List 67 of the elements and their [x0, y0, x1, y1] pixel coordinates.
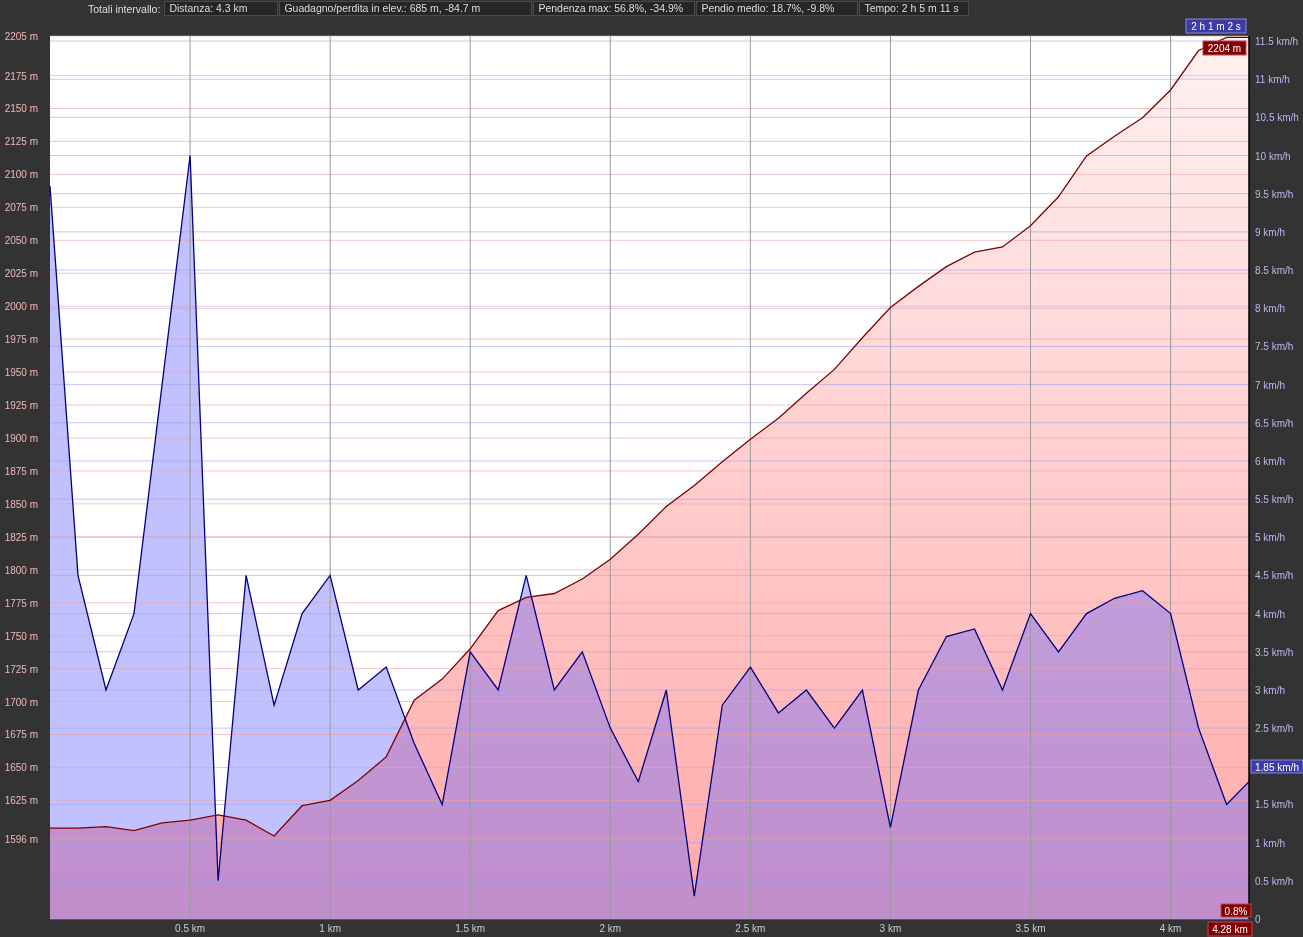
axis-label: 4.5 km/h [1255, 570, 1294, 582]
axis-label: 7 km/h [1255, 379, 1285, 391]
axis-label: 1625 m [4, 795, 38, 807]
axis-label: 1800 m [4, 564, 38, 576]
elevation-badge: 2204 m [1202, 40, 1247, 56]
axis-label: 2050 m [4, 235, 38, 247]
summary-field: Guadagno/perdita in elev.: 685 m, -84.7 m [279, 1, 533, 16]
axis-label: 3 km/h [1255, 684, 1285, 696]
axis-label: 3.5 km/h [1255, 646, 1294, 658]
axis-label: 7.5 km/h [1255, 341, 1294, 353]
summary-field: Tempo: 2 h 5 m 11 s [859, 1, 970, 16]
axis-label: 0.5 km [175, 923, 206, 934]
axis-label: 11 km/h [1255, 74, 1290, 86]
axis-label: 1596 m [4, 833, 38, 845]
axis-label: 1850 m [4, 498, 38, 510]
axis-label: 2075 m [4, 202, 38, 214]
axis-label: 2175 m [4, 70, 38, 82]
axis-label: 1775 m [4, 597, 38, 609]
axis-label: 1725 m [4, 663, 38, 675]
axis-label: 3.5 km [1015, 923, 1046, 934]
axis-label: 0.5 km/h [1255, 875, 1294, 887]
axis-label: 6 km/h [1255, 455, 1285, 467]
axis-label: 2205 m [4, 31, 38, 42]
axis-label: 10.5 km/h [1255, 112, 1299, 124]
axis-label: 4 km [1159, 923, 1182, 934]
axis-label: 2 km [599, 923, 622, 934]
axis-label: 1975 m [4, 334, 38, 346]
axis-label: 1.5 km/h [1255, 799, 1294, 811]
axis-label: 8 km/h [1255, 303, 1285, 315]
axis-label: 1925 m [4, 400, 38, 411]
axis-label: 1650 m [4, 762, 38, 774]
axis-label: 2.5 km/h [1255, 723, 1294, 735]
axis-label: 1875 m [4, 465, 38, 477]
axis-label: 2125 m [4, 136, 38, 148]
axis-label: 1700 m [4, 696, 38, 708]
axis-label: 1.5 km [455, 923, 486, 934]
summary-field: Pendio medio: 18.7%, -9.8% [696, 1, 859, 16]
axis-label: 1 km [319, 923, 341, 934]
time-badge: 2 h 1 m 2 s [1185, 18, 1247, 34]
axis-label: 11.5 km/h [1255, 36, 1299, 47]
axis-label: 1950 m [4, 367, 38, 379]
axis-label: 2150 m [4, 103, 38, 115]
grade-badge: 0.8% [1220, 903, 1252, 918]
axis-label: 1825 m [4, 531, 38, 543]
axis-label: 1 km/h [1255, 837, 1285, 849]
axis-label: 5 km/h [1255, 532, 1285, 544]
axis-label: 9.5 km/h [1255, 188, 1294, 200]
axis-label: 8.5 km/h [1255, 265, 1294, 277]
axis-label: 1750 m [4, 630, 38, 642]
axis-label: 10 km/h [1255, 150, 1291, 162]
axis-label: 2000 m [4, 301, 38, 313]
axis-label: 6.5 km/h [1255, 417, 1294, 429]
summary-label: Totali intervallo: [88, 2, 162, 15]
axis-label: 9 km/h [1255, 226, 1285, 238]
axis-label: 1675 m [4, 729, 38, 741]
axis-label: 4 km/h [1255, 608, 1285, 620]
distance-badge: 4.28 km [1207, 921, 1253, 937]
axis-label: 2.5 km [735, 923, 766, 934]
summary-field: Distanza: 4.3 km [164, 1, 279, 16]
axis-label: 5.5 km/h [1255, 494, 1294, 506]
axis-label: 0 [1255, 914, 1261, 925]
axis-label: 2025 m [4, 268, 38, 280]
axis-label: 1900 m [4, 432, 38, 444]
axis-label: 2100 m [4, 169, 38, 181]
summary-field: Pendenza max: 56.8%, -34.9% [533, 1, 696, 16]
speed-badge: 1.85 km/h [1250, 759, 1303, 774]
axis-label: 3 km [879, 923, 902, 934]
